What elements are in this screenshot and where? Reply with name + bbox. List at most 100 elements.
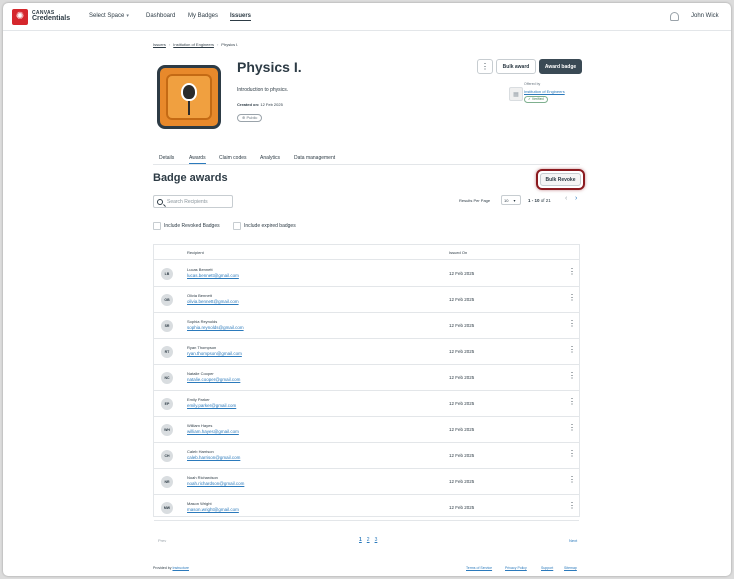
pin-stick (188, 101, 190, 115)
bulk-revoke-button[interactable]: Bulk Revoke (540, 173, 581, 186)
avatar: LB (161, 268, 173, 280)
include-revoked-checkbox[interactable]: Include Revoked Badges (153, 222, 220, 230)
section-title: Badge awards (153, 172, 228, 184)
verified-badge: ✓ Verified (524, 96, 548, 103)
page-title: Physics I. (237, 59, 302, 75)
tab-awards[interactable]: Awards (189, 155, 206, 164)
chevron-down-icon: ▾ (126, 13, 129, 19)
recipient-email-link[interactable]: natalie.cooper@gmail.com (187, 377, 240, 382)
more-actions-button[interactable]: ⋮ (477, 59, 493, 74)
avatar: NC (161, 372, 173, 384)
row-more-icon[interactable]: ⋮ (568, 423, 576, 432)
recipient-email-link[interactable]: mason.wright@gmail.com (187, 507, 239, 512)
award-badge-button[interactable]: Award badge (539, 59, 582, 74)
tab-claim-codes[interactable]: Claim codes (219, 155, 247, 161)
table-header: Recipient Issued On (154, 245, 579, 260)
row-more-icon[interactable]: ⋮ (568, 345, 576, 354)
breadcrumb-current: Physics I. (221, 42, 239, 47)
rpp-value: 10 (504, 197, 509, 203)
verified-label: Verified (531, 97, 544, 101)
created-on: Created on: 12 Feb 2025 (237, 102, 283, 107)
user-menu[interactable]: John Wick (691, 13, 719, 19)
recipient-name: Lucas Bennett (187, 267, 213, 272)
recipient-email-link[interactable]: noah.richardson@gmail.com (187, 481, 244, 486)
provider-link[interactable]: Instructure (172, 566, 189, 570)
tab-details[interactable]: Details (159, 155, 174, 161)
bell-icon[interactable] (670, 12, 679, 21)
sitemap-link[interactable]: Sitemap (564, 566, 577, 570)
tab-data-management[interactable]: Data management (294, 155, 335, 161)
row-more-icon[interactable]: ⋮ (568, 293, 576, 302)
bulk-award-button[interactable]: Bulk award (496, 59, 536, 74)
issuer-link[interactable]: Institution of Engineers (524, 89, 565, 94)
nav-dashboard[interactable]: Dashboard (146, 13, 175, 19)
range-value: 1 - 10 (528, 198, 540, 203)
breadcrumb-institution[interactable]: Institution of Engineers (173, 42, 214, 47)
page-numbers: 123 (359, 537, 382, 543)
page-2-link[interactable]: 2 (367, 537, 370, 543)
recipient-email-link[interactable]: lucas.bennett@gmail.com (187, 273, 239, 278)
recipient-email-link[interactable]: emily.parker@gmail.com (187, 403, 236, 408)
canvas-logo-icon[interactable]: ✺ (12, 9, 28, 25)
breadcrumb-separator: › (168, 42, 171, 47)
chevron-left-icon[interactable]: ‹ (565, 195, 567, 202)
checkbox-box[interactable] (153, 222, 161, 230)
nav-my-badges[interactable]: My Badges (188, 13, 218, 19)
header-recipient: Recipient (187, 250, 204, 255)
issued-date: 12 Feb 2025 (449, 479, 475, 484)
avatar: CH (161, 450, 173, 462)
terms-link[interactable]: Terms of Service (466, 566, 492, 570)
results-per-page-select[interactable]: 10 ▾ (501, 195, 521, 205)
table-row: MW Mason Wright mason.wright@gmail.com 12 F… (154, 495, 579, 521)
recipient-name: Olivia Bennett (187, 293, 212, 298)
tab-analytics[interactable]: Analytics (260, 155, 280, 161)
brand-wordmark[interactable]: CANVAS Credentials (32, 10, 70, 22)
avatar: RT (161, 346, 173, 358)
breadcrumb-issuers[interactable]: Issuers (153, 42, 166, 47)
table-row: SR Sophia Reynolds sophia.reynolds@gmail.c… (154, 313, 579, 339)
next-page-link[interactable]: Next (569, 538, 577, 543)
row-more-icon[interactable]: ⋮ (568, 501, 576, 510)
tab-bar: Details Awards Claim codes Analytics Dat… (153, 153, 580, 165)
brand-line2: Credentials (32, 15, 71, 22)
issued-date: 12 Feb 2025 (449, 271, 475, 276)
recipient-name: Sophia Reynolds (187, 319, 218, 324)
table-row: WH William Hayes william.hayes@gmail.com 12… (154, 417, 579, 443)
recipient-email-link[interactable]: ryan.thompson@gmail.com (187, 351, 242, 356)
page-3-link[interactable]: 3 (375, 537, 378, 543)
row-more-icon[interactable]: ⋮ (568, 397, 576, 406)
prev-page-link[interactable]: Prev (158, 538, 166, 543)
privacy-link[interactable]: Privacy Policy (505, 566, 527, 570)
checkbox-box[interactable] (233, 222, 241, 230)
badge-description: Introduction to physics. (237, 87, 289, 93)
nav-issuers[interactable]: Issuers (230, 13, 252, 21)
include-revoked-label: Include Revoked Badges (164, 223, 220, 229)
support-link[interactable]: Support (541, 566, 553, 570)
row-more-icon[interactable]: ⋮ (568, 475, 576, 484)
created-date: 12 Feb 2025 (260, 102, 283, 107)
breadcrumb: Issuers › Institution of Engineers › Physics… (153, 42, 238, 47)
badge-inner-frame (166, 74, 212, 120)
row-more-icon[interactable]: ⋮ (568, 449, 576, 458)
avatar: OB (161, 294, 173, 306)
search-icon (157, 198, 163, 205)
search-input[interactable] (167, 198, 231, 205)
select-space-dropdown[interactable]: Select Space ▾ (89, 13, 129, 19)
recipient-email-link[interactable]: caleb.harrison@gmail.com (187, 455, 240, 460)
row-more-icon[interactable]: ⋮ (568, 267, 576, 276)
row-more-icon[interactable]: ⋮ (568, 371, 576, 380)
page-1-link[interactable]: 1 (359, 537, 362, 543)
results-per-page-label: Results Per Page (459, 198, 491, 203)
search-field[interactable] (153, 195, 233, 208)
range-total: of 21 (540, 198, 551, 203)
recipient-name: Noah Richardson (187, 475, 218, 480)
table-row: NR Noah Richardson noah.richardson@gmail.c… (154, 469, 579, 495)
recipient-email-link[interactable]: sophia.reynolds@gmail.com (187, 325, 244, 330)
recipient-name: Ryan Thompson (187, 345, 217, 350)
recipient-email-link[interactable]: william.hayes@gmail.com (187, 429, 239, 434)
recipient-email-link[interactable]: olivia.bennett@gmail.com (187, 299, 239, 304)
chevron-right-icon[interactable]: › (575, 195, 577, 202)
table-row: LB Lucas Bennett lucas.bennett@gmail.com 12… (154, 261, 579, 287)
row-more-icon[interactable]: ⋮ (568, 319, 576, 328)
include-expired-checkbox[interactable]: Include expired badges (233, 222, 296, 230)
